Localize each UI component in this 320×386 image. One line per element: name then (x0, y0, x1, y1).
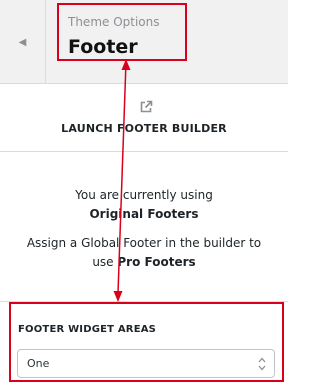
back-button[interactable]: ◀ (0, 0, 46, 84)
info-line-1: You are currently using (75, 188, 213, 202)
section-title-box: Theme Options Footer (57, 3, 187, 61)
select-arrows-icon (258, 357, 266, 371)
footer-widget-areas-select[interactable]: One (17, 349, 275, 378)
footer-info-text: You are currently using Original Footers… (0, 186, 288, 272)
external-link-icon (140, 100, 153, 113)
info-line-2: Assign a Global Footer in the builder to (26, 236, 262, 250)
original-footers-label: Original Footers (89, 207, 199, 221)
launch-footer-builder-label: LAUNCH FOOTER BUILDER (61, 122, 227, 135)
breadcrumb-subtitle: Theme Options (68, 15, 160, 29)
selected-value: One (27, 357, 50, 370)
footer-widget-areas-label: FOOTER WIDGET AREAS (18, 324, 157, 335)
pro-footers-label: Pro Footers (117, 255, 196, 269)
page-title: Footer (68, 36, 138, 58)
chevron-left-icon: ◀ (18, 36, 27, 48)
info-line-3-prefix: use (92, 255, 114, 269)
customizer-header: ◀ Theme Options Footer (0, 0, 288, 84)
launch-footer-builder-link[interactable]: LAUNCH FOOTER BUILDER (0, 84, 288, 152)
